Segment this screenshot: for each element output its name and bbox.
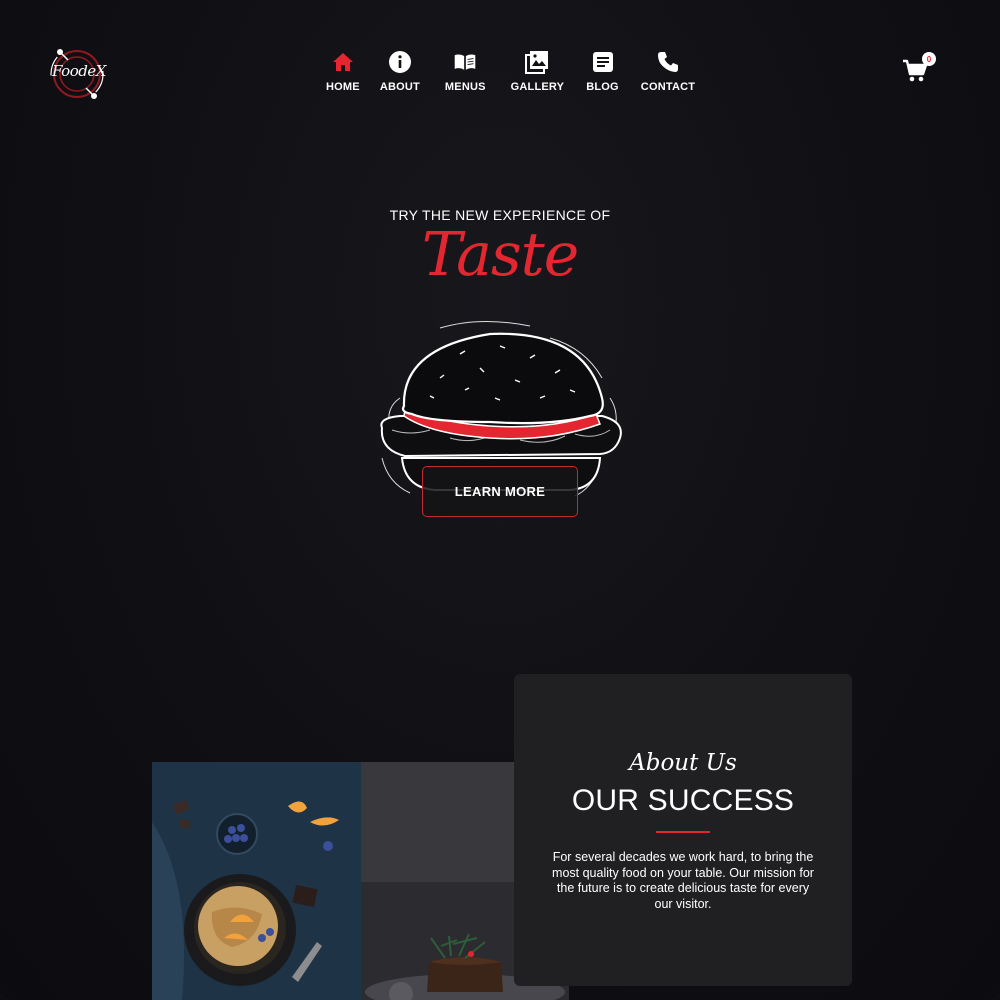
about-card: About Us OUR SUCCESS For several decades… bbox=[514, 674, 852, 986]
home-icon bbox=[331, 50, 355, 74]
phone-icon bbox=[656, 50, 680, 74]
nav-item-contact[interactable]: CONTACT bbox=[629, 50, 707, 93]
main-nav: HOME ABOUT MENUS GALLERY BLOG CONTACT bbox=[318, 50, 707, 93]
nav-label-contact: CONTACT bbox=[640, 81, 696, 93]
document-icon bbox=[591, 50, 615, 74]
nav-label-home: HOME bbox=[326, 81, 360, 93]
nav-item-blog[interactable]: BLOG bbox=[576, 50, 629, 93]
logo-text: FoodeX bbox=[52, 62, 106, 80]
nav-item-menus[interactable]: MENUS bbox=[432, 50, 499, 93]
book-icon bbox=[453, 50, 477, 74]
cart-count-badge: 0 bbox=[922, 52, 936, 66]
nav-label-menus: MENUS bbox=[444, 81, 486, 93]
pancake-skillet-photo bbox=[152, 762, 361, 1000]
nav-item-home[interactable]: HOME bbox=[318, 50, 368, 93]
hero-title: Taste bbox=[421, 220, 580, 290]
nav-label-blog: BLOG bbox=[586, 81, 619, 93]
page: FoodeX HOME ABOUT MENUS GALLERY BLOG CON… bbox=[0, 0, 1000, 1000]
about-title: OUR SUCCESS bbox=[571, 784, 795, 817]
nav-label-gallery: GALLERY bbox=[510, 81, 565, 93]
nav-label-about: ABOUT bbox=[379, 81, 420, 93]
about-description: For several decades we work hard, to bri… bbox=[552, 850, 814, 911]
nav-item-gallery[interactable]: GALLERY bbox=[499, 50, 577, 93]
brand-logo[interactable]: FoodeX bbox=[46, 44, 108, 104]
learn-more-button[interactable]: LEARN MORE bbox=[422, 466, 578, 517]
nav-item-about[interactable]: ABOUT bbox=[368, 50, 432, 93]
gallery-icon bbox=[525, 50, 549, 74]
cart-button[interactable]: 0 bbox=[902, 52, 936, 88]
info-icon bbox=[388, 50, 412, 74]
about-divider bbox=[656, 831, 710, 833]
about-kicker: About Us bbox=[629, 750, 737, 776]
cart-icon bbox=[902, 59, 928, 88]
